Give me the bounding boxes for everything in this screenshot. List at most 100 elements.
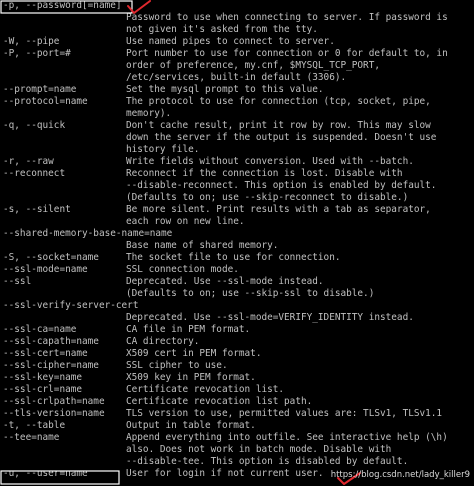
help-line: -s, --silent Be more silent. Print result…	[0, 204, 474, 216]
option-description: Write fields without conversion. Used wi…	[126, 156, 414, 167]
help-line: history file.	[0, 144, 474, 156]
help-line: --ssl-cipher=name SSL cipher to use.	[0, 360, 474, 372]
help-line: Deprecated. Use --ssl-mode=VERIFY_IDENTI…	[0, 312, 474, 324]
option-description: --disable-tee. This option is disabled b…	[126, 456, 409, 467]
help-line: --ssl-ca=name CA file in PEM format.	[0, 324, 474, 336]
option-description: Reconnect if the connection is lost. Dis…	[126, 168, 403, 179]
option-flag: --ssl-cipher=name	[3, 360, 99, 371]
option-description: Port number to use for connection or 0 f…	[126, 48, 448, 59]
option-flag: --ssl-crl=name	[3, 384, 83, 395]
option-flag: -s, --silent	[3, 204, 71, 215]
help-line: --ssl-capath=name CA directory.	[0, 336, 474, 348]
option-flag: --ssl-capath=name	[3, 336, 99, 347]
option-flag: -r, --raw	[3, 156, 54, 167]
help-line: /etc/services, built-in default (3306).	[0, 72, 474, 84]
help-line: each row on new line.	[0, 216, 474, 228]
help-line: -p, --password[=name]	[0, 0, 474, 12]
help-line: not given it's asked from the tty.	[0, 24, 474, 36]
option-flag: --ssl-ca=name	[3, 324, 77, 335]
terminal-window: -p, --password[=name] Password to use whe…	[0, 0, 474, 486]
option-description: Be more silent. Print results with a tab…	[126, 204, 431, 215]
help-line: --ssl-mode=name SSL connection mode.	[0, 264, 474, 276]
help-line: also. Does not work in batch mode. Disab…	[0, 444, 474, 456]
option-flag: -p, --password[=name]	[3, 0, 122, 11]
option-flag: --shared-memory-base-name=name	[3, 228, 173, 239]
option-flag: --ssl-crlpath=name	[3, 396, 105, 407]
option-description: Deprecated. Use --ssl-mode=VERIFY_IDENTI…	[126, 312, 414, 323]
option-description: not given it's asked from the tty.	[126, 24, 318, 35]
help-line: --protocol=name The protocol to use for c…	[0, 96, 474, 108]
help-line: --reconnect Reconnect if the connection i…	[0, 168, 474, 180]
option-description: TLS version to use, permitted values are…	[126, 408, 443, 419]
option-description: memory).	[126, 108, 172, 119]
option-description: Output in table format.	[126, 420, 256, 431]
help-line: (Defaults to on; use --skip-reconnect to…	[0, 192, 474, 204]
option-flag: -P, --port=#	[3, 48, 71, 59]
help-line: --ssl-crlpath=name Certificate revocation…	[0, 396, 474, 408]
watermark: https://blog.csdn.net/lady_killer9	[330, 470, 470, 480]
help-line: (Defaults to on; use --skip-ssl to disab…	[0, 288, 474, 300]
help-line: --ssl-verify-server-cert	[0, 300, 474, 312]
option-description: Deprecated. Use --ssl-mode instead.	[126, 276, 324, 287]
help-line: --tls-version=name TLS version to use, pe…	[0, 408, 474, 420]
option-description: /etc/services, built-in default (3306).	[126, 72, 347, 83]
help-line: --tee=name Append everything into outfile…	[0, 432, 474, 444]
option-description: User for login if not current user.	[126, 468, 324, 479]
option-description: history file.	[126, 144, 200, 155]
help-line: --disable-reconnect. This option is enab…	[0, 180, 474, 192]
help-line: -t, --table Output in table format.	[0, 420, 474, 432]
option-description: CA file in PEM format.	[126, 324, 251, 335]
help-line: -P, --port=# Port number to use for conne…	[0, 48, 474, 60]
help-line: order of preference, my.cnf, $MYSQL_TCP_…	[0, 60, 474, 72]
help-line: -q, --quick Don't cache result, print it …	[0, 120, 474, 132]
option-description: Use named pipes to connect to server.	[126, 36, 335, 47]
help-line: --ssl-crl=name Certificate revocation lis…	[0, 384, 474, 396]
option-description: Certificate revocation list.	[126, 384, 285, 395]
option-flag: --ssl-mode=name	[3, 264, 88, 275]
option-flag: --protocol=name	[3, 96, 88, 107]
option-description: X509 key in PEM format.	[126, 372, 256, 383]
option-description: Append everything into outfile. See inte…	[126, 432, 448, 443]
option-flag: -t, --table	[3, 420, 66, 431]
option-description: (Defaults to on; use --skip-ssl to disab…	[126, 288, 375, 299]
help-line: -W, --pipe Use named pipes to connect to …	[0, 36, 474, 48]
option-flag: -W, --pipe	[3, 36, 60, 47]
help-line: --prompt=name Set the mysql prompt to thi…	[0, 84, 474, 96]
option-description: CA directory.	[126, 336, 200, 347]
help-line: --ssl Deprecated. Use --ssl-mode instead.	[0, 276, 474, 288]
option-description: also. Does not work in batch mode. Disab…	[126, 444, 392, 455]
help-line: -r, --raw Write fields without conversion…	[0, 156, 474, 168]
help-line: --ssl-key=name X509 key in PEM format.	[0, 372, 474, 384]
help-line: --shared-memory-base-name=name	[0, 228, 474, 240]
option-flag: -u, --user=name	[3, 468, 88, 479]
help-line: down the server if the output is suspend…	[0, 132, 474, 144]
option-flag: --reconnect	[3, 168, 66, 179]
help-line: memory).	[0, 108, 474, 120]
option-description: Set the mysql prompt to this value.	[126, 84, 324, 95]
help-line: Base name of shared memory.	[0, 240, 474, 252]
option-description: order of preference, my.cnf, $MYSQL_TCP_…	[126, 60, 380, 71]
option-description: --disable-reconnect. This option is enab…	[126, 180, 437, 191]
option-flag: --prompt=name	[3, 84, 77, 95]
option-description: Don't cache result, print it row by row.…	[126, 120, 431, 131]
help-line: -S, --socket=name The socket file to use …	[0, 252, 474, 264]
option-flag: --tls-version=name	[3, 408, 105, 419]
option-description: The socket file to use for connection.	[126, 252, 341, 263]
option-description: X509 cert in PEM format.	[126, 348, 262, 359]
option-description: each row on new line.	[126, 216, 245, 227]
option-description: down the server if the output is suspend…	[126, 132, 437, 143]
option-description: SSL cipher to use.	[126, 360, 228, 371]
option-flag: -S, --socket=name	[3, 252, 99, 263]
option-flag: --ssl	[3, 276, 32, 287]
option-description: (Defaults to on; use --skip-reconnect to…	[126, 192, 409, 203]
option-flag: --tee=name	[3, 432, 60, 443]
help-line: --disable-tee. This option is disabled b…	[0, 456, 474, 468]
option-flag: --ssl-key=name	[3, 372, 83, 383]
option-flag: -q, --quick	[3, 120, 66, 131]
option-flag: --ssl-verify-server-cert	[3, 300, 139, 311]
option-description: SSL connection mode.	[126, 264, 239, 275]
option-description: Certificate revocation list path.	[126, 396, 313, 407]
help-line: Password to use when connecting to serve…	[0, 12, 474, 24]
option-description: Base name of shared memory.	[126, 240, 279, 251]
option-flag: --ssl-cert=name	[3, 348, 88, 359]
